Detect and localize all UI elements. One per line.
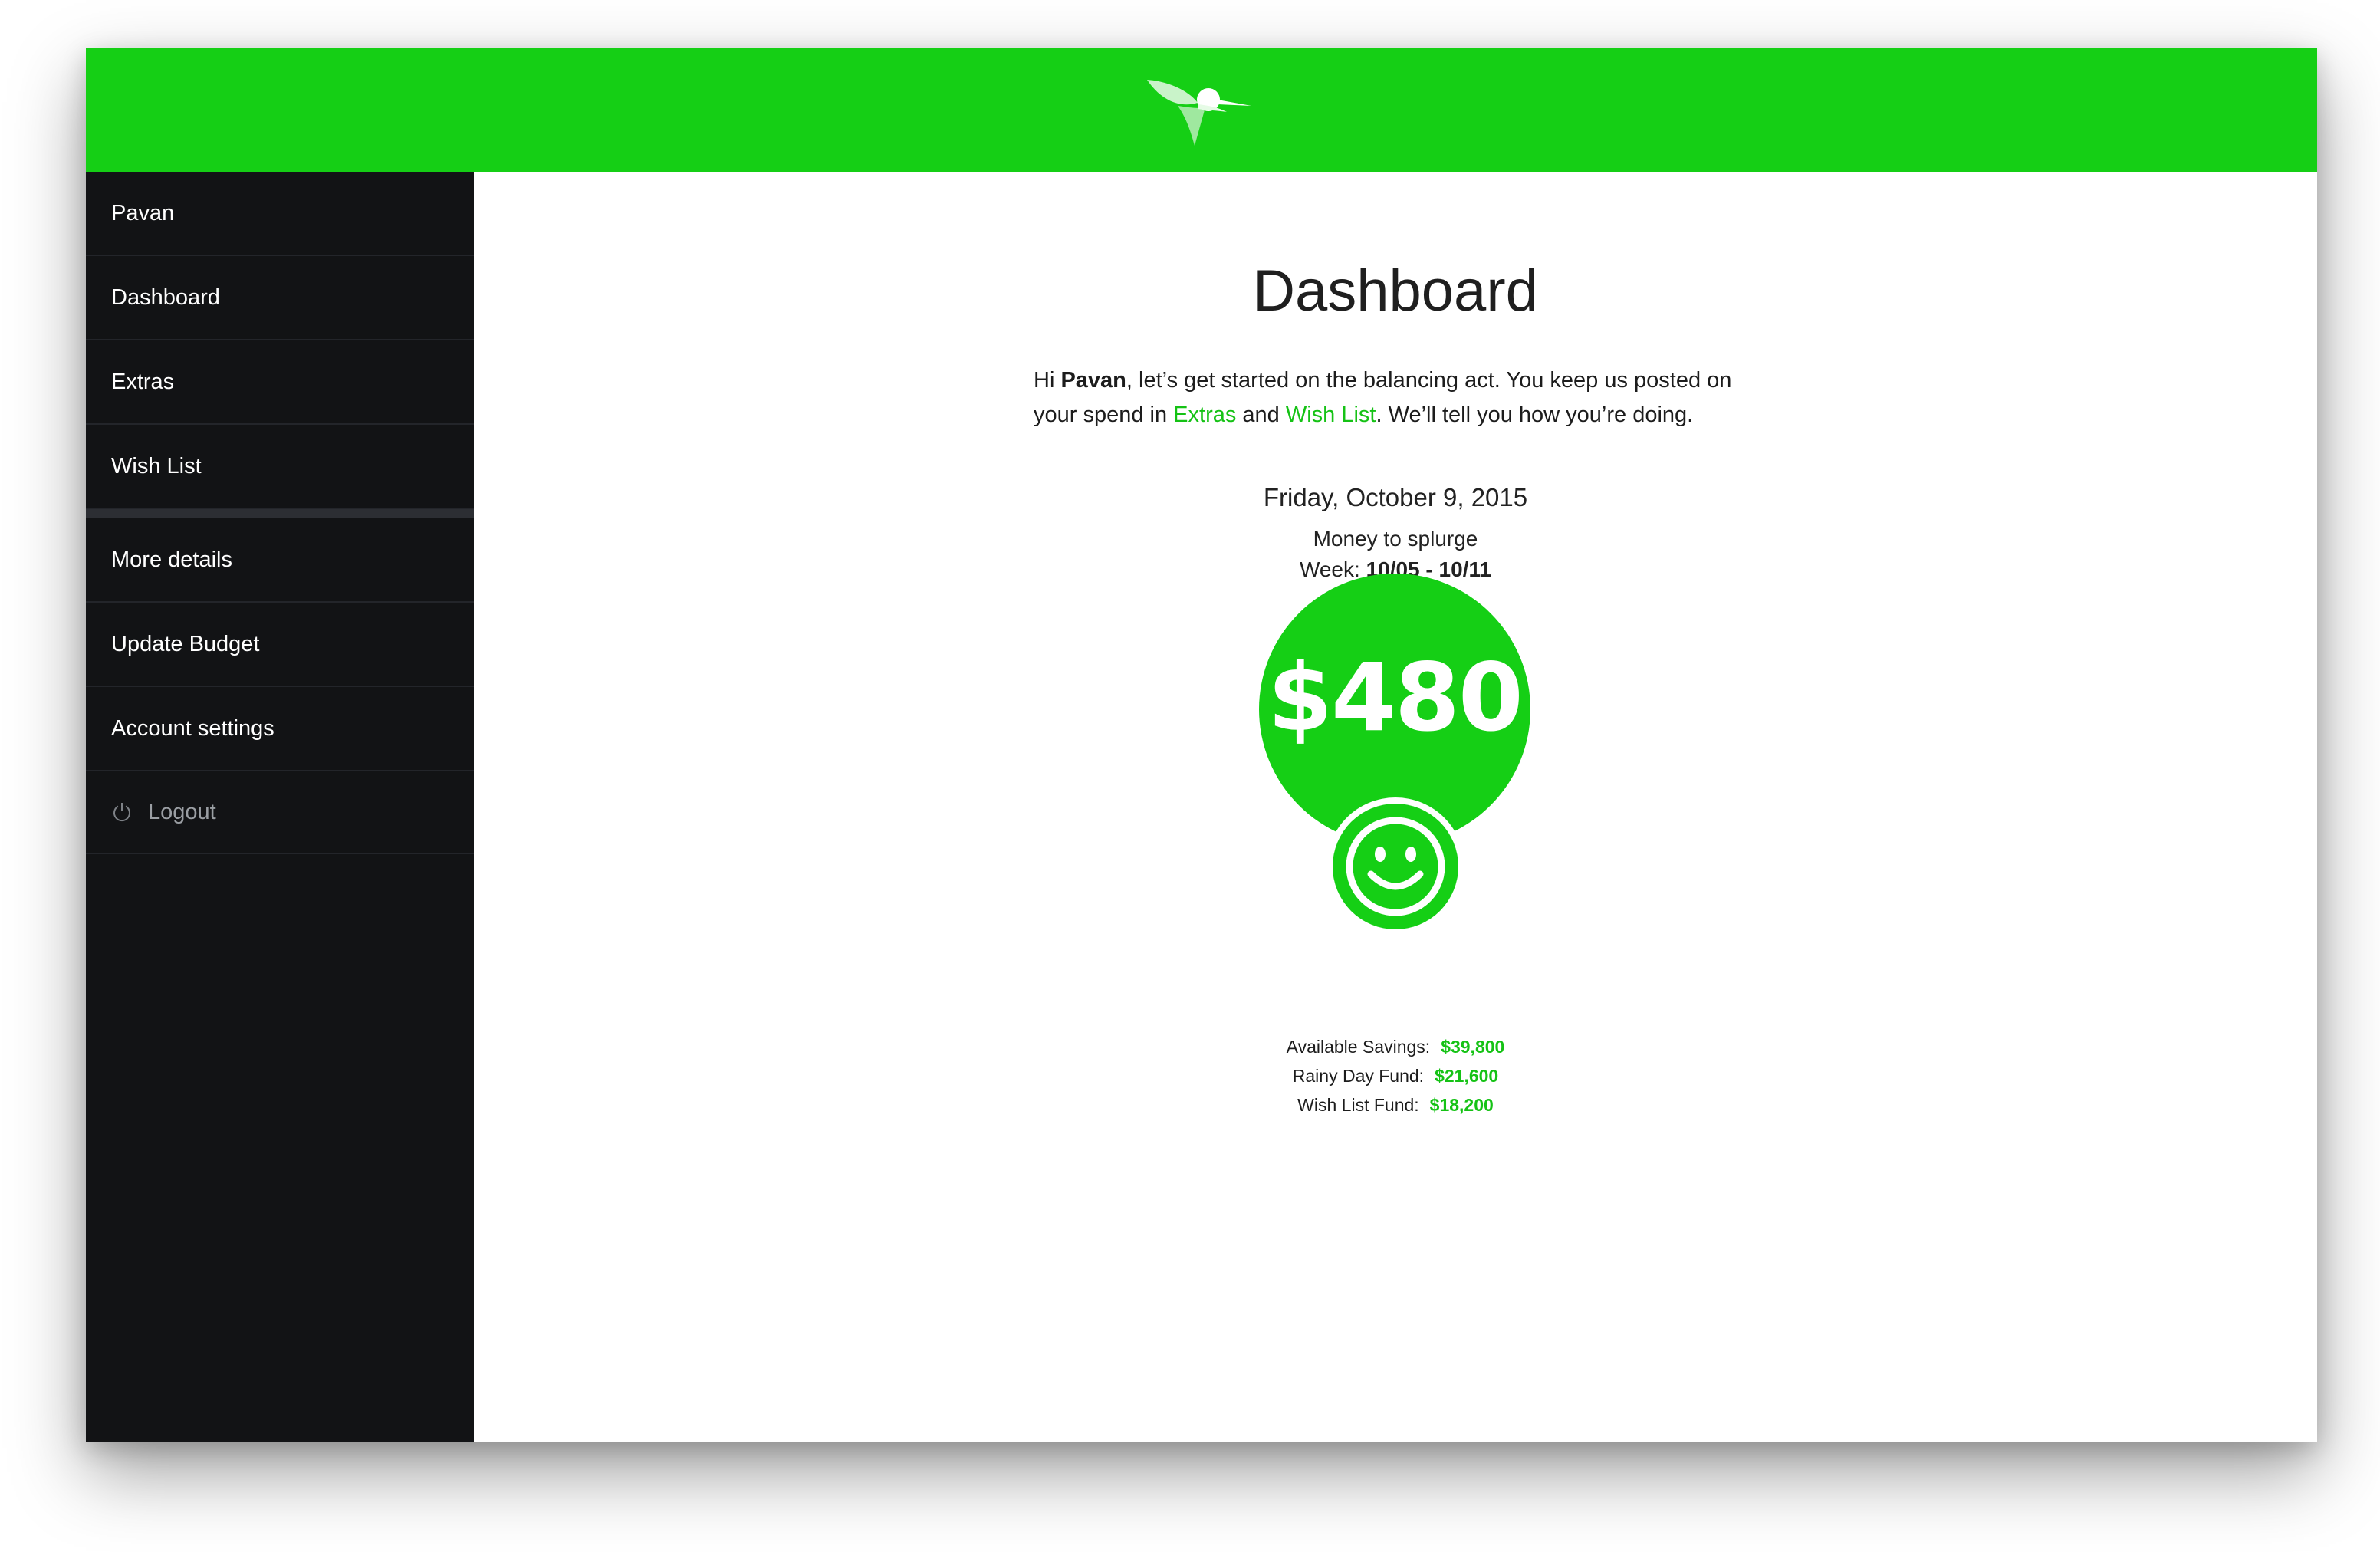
sidebar-item-logout[interactable]: Logout	[86, 771, 474, 854]
hummingbird-logo-icon[interactable]	[1144, 72, 1251, 149]
sidebar-item-label: Dashboard	[111, 284, 220, 310]
power-icon	[113, 803, 130, 822]
sidebar-item-label: More details	[111, 547, 232, 572]
sidebar-item-dashboard[interactable]: Dashboard	[86, 256, 474, 340]
current-date: Friday, October 9, 2015	[1263, 483, 1528, 511]
sidebar-item-label: Pavan	[111, 200, 175, 225]
extras-link[interactable]: Extras	[1173, 403, 1236, 427]
fund-label: Rainy Day Fund:	[1292, 1066, 1425, 1086]
fund-value: $21,600	[1435, 1066, 1499, 1086]
page-title: Dashboard	[1253, 258, 1538, 324]
sidebar-item-label: Account settings	[111, 715, 274, 741]
mood-indicator	[1326, 797, 1464, 935]
sidebar-item-account-settings[interactable]: Account settings	[86, 687, 474, 771]
week-label: Week:	[1299, 557, 1366, 581]
sidebar-item-label: Wish List	[111, 453, 202, 478]
intro-greeting: Hi	[1034, 368, 1061, 393]
app-window: Pavan Dashboard Extras Wish List More de…	[86, 48, 2317, 1442]
fund-value: $18,200	[1429, 1095, 1494, 1115]
mood-badge	[1333, 804, 1458, 929]
fund-value: $39,800	[1441, 1037, 1505, 1057]
fund-row-rainy-day: Rainy Day Fund: $21,600	[474, 1061, 2317, 1090]
intro-text: Hi Pavan, let’s get started on the balan…	[1034, 363, 1770, 432]
splurge-amount: $480	[1267, 643, 1524, 752]
sidebar-item-update-budget[interactable]: Update Budget	[86, 603, 474, 687]
sidebar-item-extras[interactable]: Extras	[86, 340, 474, 425]
wish-list-link[interactable]: Wish List	[1286, 403, 1376, 427]
sidebar-item-wish-list[interactable]: Wish List	[86, 425, 474, 509]
fund-label: Wish List Fund:	[1297, 1095, 1419, 1115]
main-content: Dashboard Hi Pavan, let’s get started on…	[474, 172, 2317, 1442]
intro-text-2: and	[1236, 403, 1286, 427]
fund-label: Available Savings:	[1286, 1037, 1431, 1057]
splurge-label: Money to splurge	[1313, 527, 1478, 551]
intro-user-name: Pavan	[1060, 368, 1126, 393]
top-bar	[86, 48, 2317, 172]
sidebar: Pavan Dashboard Extras Wish List More de…	[86, 172, 474, 1442]
sidebar-item-label: Update Budget	[111, 631, 260, 656]
sidebar-item-user[interactable]: Pavan	[86, 172, 474, 256]
sidebar-divider	[86, 509, 474, 518]
fund-row-available-savings: Available Savings: $39,800	[474, 1032, 2317, 1061]
intro-text-3: . We’ll tell you how you’re doing.	[1376, 403, 1694, 427]
sidebar-item-label: Logout	[148, 799, 216, 824]
sidebar-item-more-details[interactable]: More details	[86, 518, 474, 603]
funds-summary: Available Savings: $39,800 Rainy Day Fund…	[474, 1032, 2317, 1120]
fund-row-wish-list: Wish List Fund: $18,200	[474, 1090, 2317, 1120]
sidebar-item-label: Extras	[111, 369, 175, 394]
smiley-icon	[1346, 817, 1445, 916]
